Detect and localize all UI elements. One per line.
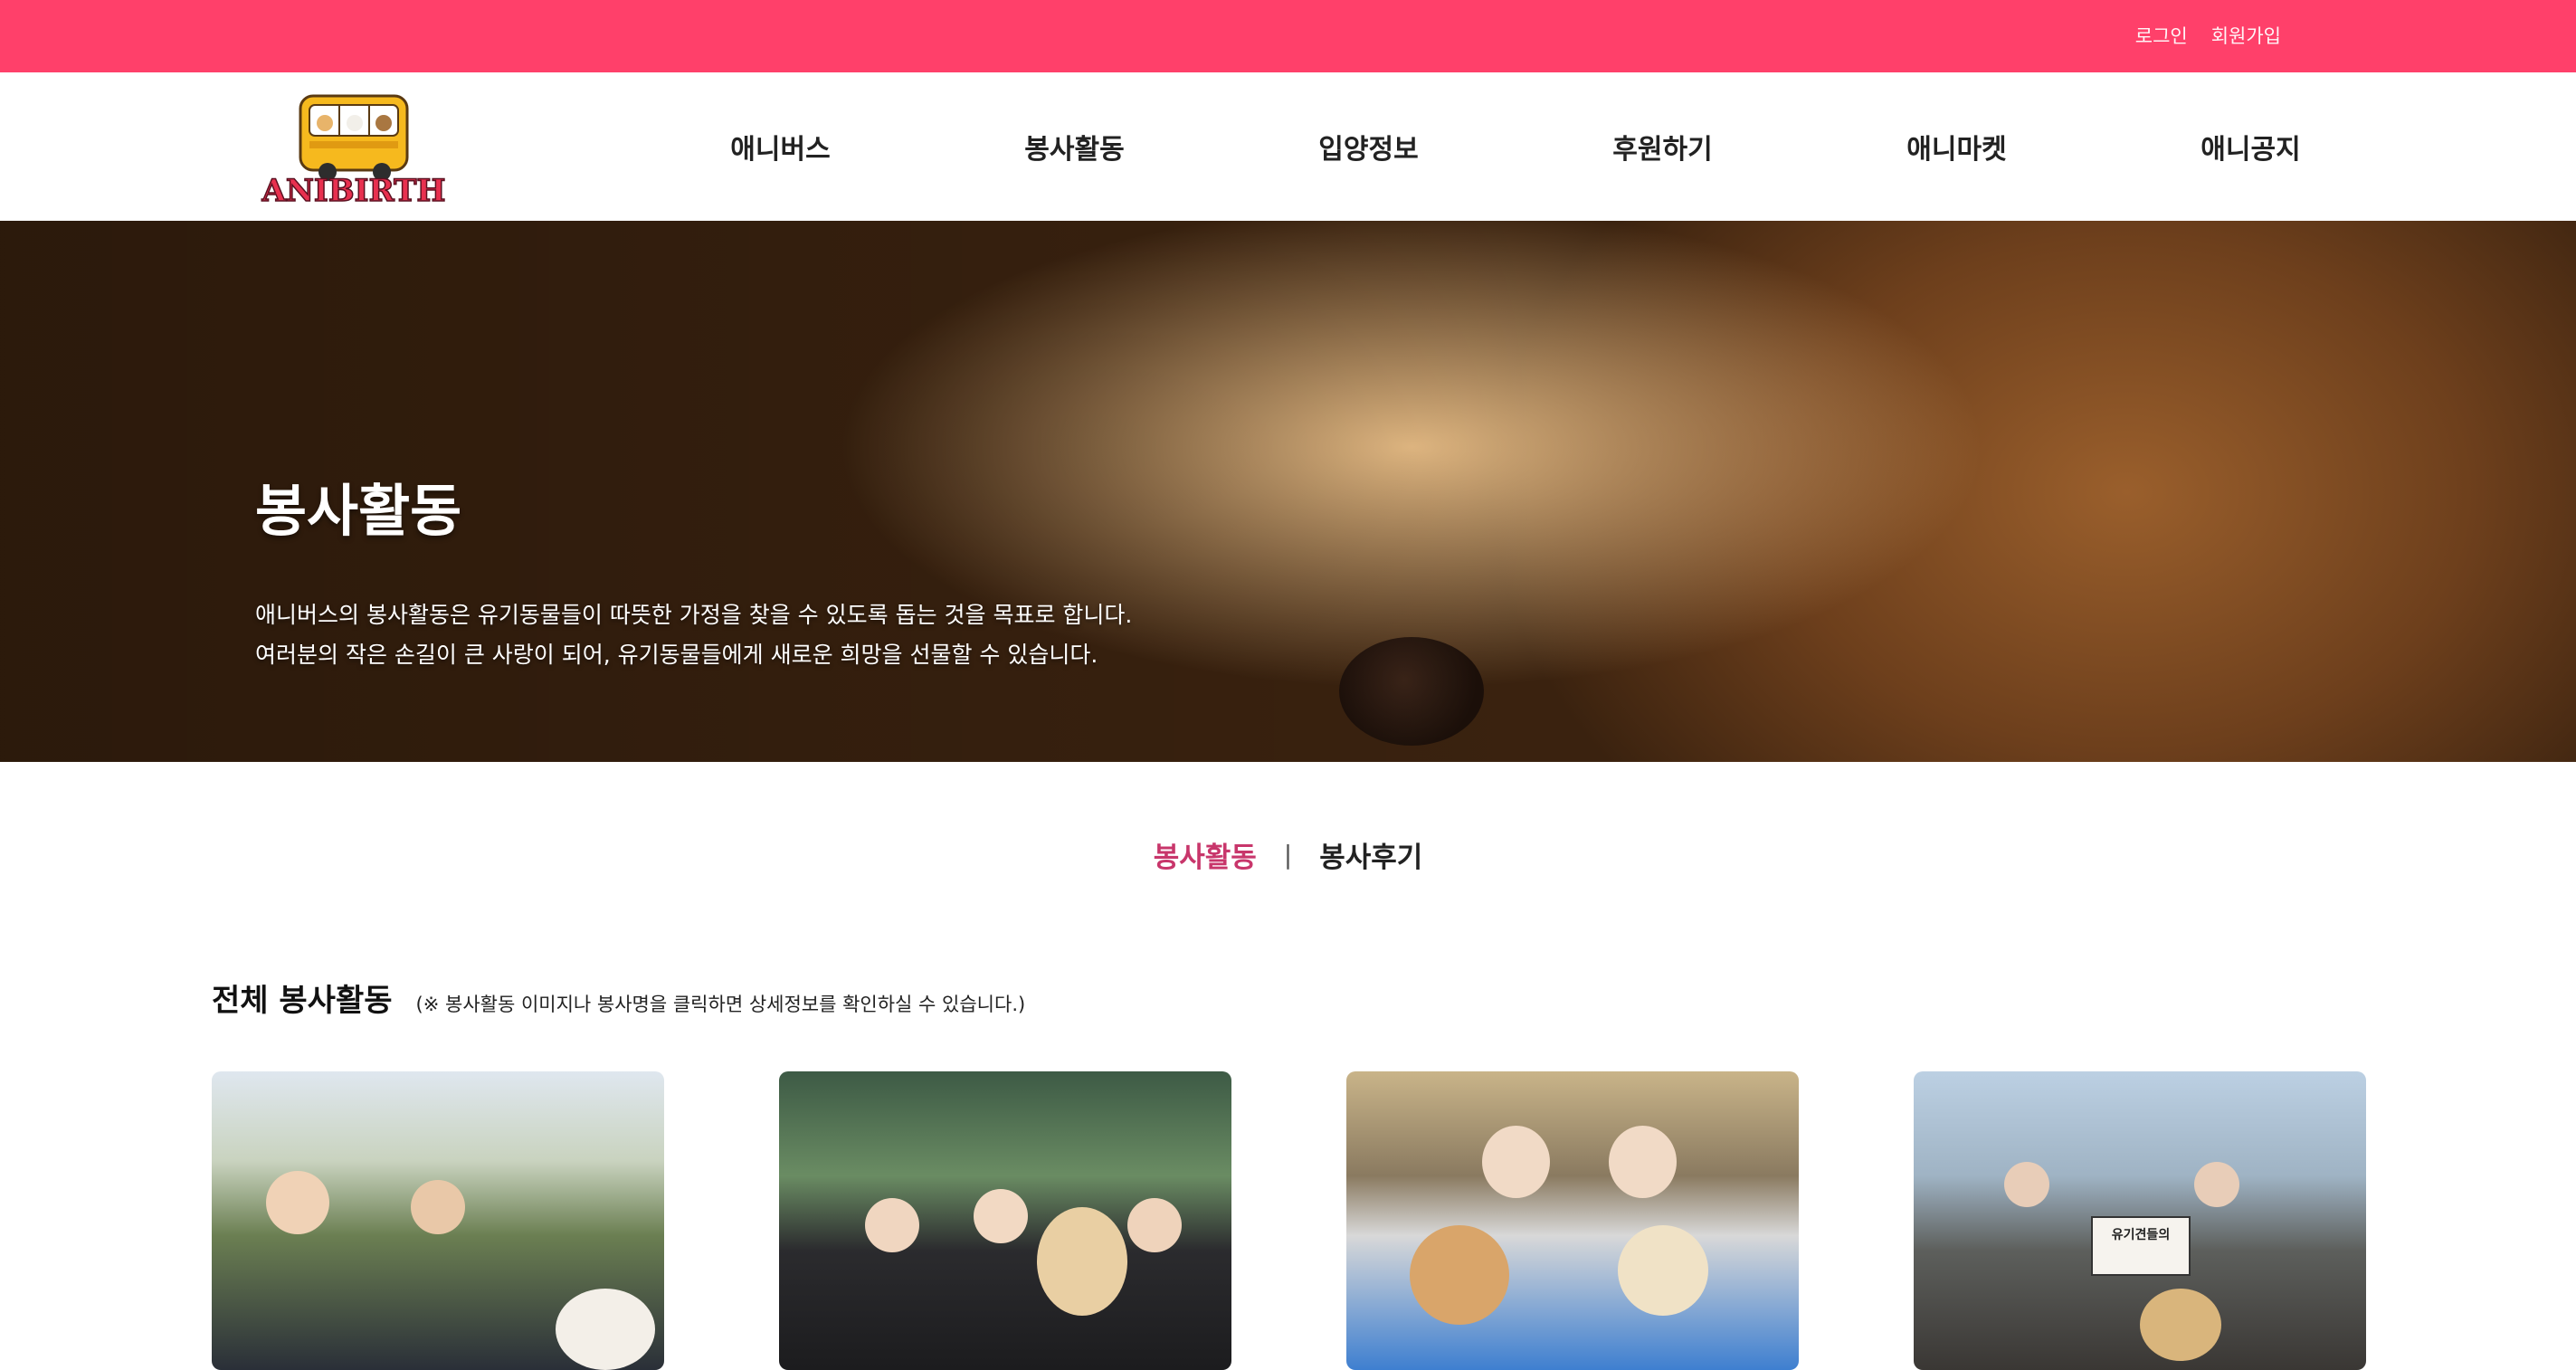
main-header: ANIBIRTH 애니버스 봉사활동 입양정보 후원하기 애니마켓 애니공지 <box>0 72 2576 221</box>
volunteer-card-list: 유기견들의 <box>212 1071 2366 1370</box>
volunteer-card-2[interactable] <box>779 1071 1231 1370</box>
volunteer-card-1[interactable] <box>212 1071 664 1370</box>
logo-text: ANIBIRTH <box>261 173 445 206</box>
nav-item-donate[interactable]: 후원하기 <box>1516 127 1810 166</box>
person-shape <box>266 1171 329 1234</box>
person-shape <box>2004 1162 2049 1207</box>
tab-volunteer[interactable]: 봉사활동 <box>1154 834 1257 875</box>
puppy-shape <box>1618 1225 1708 1316</box>
person-shape <box>1127 1198 1182 1252</box>
dog-shape <box>1037 1207 1127 1316</box>
person-shape <box>974 1189 1028 1243</box>
section-title: 전체 봉사활동 <box>212 983 393 1019</box>
tab-separator: | <box>1283 840 1293 870</box>
nav-item-notice[interactable]: 애니공지 <box>2104 127 2398 166</box>
dog-shape <box>556 1289 655 1370</box>
nav-item-adoption[interactable]: 입양정보 <box>1221 127 1516 166</box>
nav-item-market[interactable]: 애니마켓 <box>1810 127 2104 166</box>
person-shape <box>411 1180 465 1234</box>
nav-item-anibus[interactable]: 애니버스 <box>633 127 927 166</box>
anibirth-logo[interactable]: ANIBIRTH <box>255 89 452 210</box>
hero-description-line1: 애니버스의 봉사활동은 유기동물들이 따뜻한 가정을 찾을 수 있도록 돕는 것… <box>255 602 1133 628</box>
account-links: 로그인 회원가입 <box>2135 22 2281 49</box>
hero-title: 봉사활동 <box>255 478 462 544</box>
volunteer-card-4[interactable]: 유기견들의 <box>1914 1071 2366 1370</box>
dog-shape <box>2140 1289 2221 1361</box>
bus-logo-icon: ANIBIRTH <box>261 94 446 210</box>
section-header: 전체 봉사활동 (※ 봉사활동 이미지나 봉사명을 클릭하면 상세정보를 확인하… <box>212 975 1025 1020</box>
person-shape <box>1609 1126 1677 1198</box>
sub-tabs: 봉사활동 | 봉사후기 <box>0 834 2576 875</box>
section-note: (※ 봉사활동 이미지나 봉사명을 클릭하면 상세정보를 확인하실 수 있습니다… <box>415 994 1026 1015</box>
tab-reviews[interactable]: 봉사후기 <box>1319 834 1422 875</box>
top-utility-bar: 로그인 회원가입 <box>0 0 2576 72</box>
signup-link[interactable]: 회원가입 <box>2211 22 2281 49</box>
puppy-shape <box>1410 1225 1509 1325</box>
main-nav: 애니버스 봉사활동 입양정보 후원하기 애니마켓 애니공지 <box>633 72 2398 221</box>
hero-description-line2: 여러분의 작은 손길이 큰 사랑이 되어, 유기동물들에게 새로운 희망을 선물… <box>255 642 1098 668</box>
volunteer-sign: 유기견들의 <box>2091 1216 2191 1276</box>
hero-banner: 봉사활동 애니버스의 봉사활동은 유기동물들이 따뜻한 가정을 찾을 수 있도록… <box>0 221 2576 762</box>
login-link[interactable]: 로그인 <box>2135 22 2188 49</box>
person-shape <box>865 1198 919 1252</box>
volunteer-card-3[interactable] <box>1346 1071 1799 1370</box>
nav-item-volunteer[interactable]: 봉사활동 <box>927 127 1221 166</box>
person-shape <box>2194 1162 2239 1207</box>
person-shape <box>1482 1126 1550 1198</box>
